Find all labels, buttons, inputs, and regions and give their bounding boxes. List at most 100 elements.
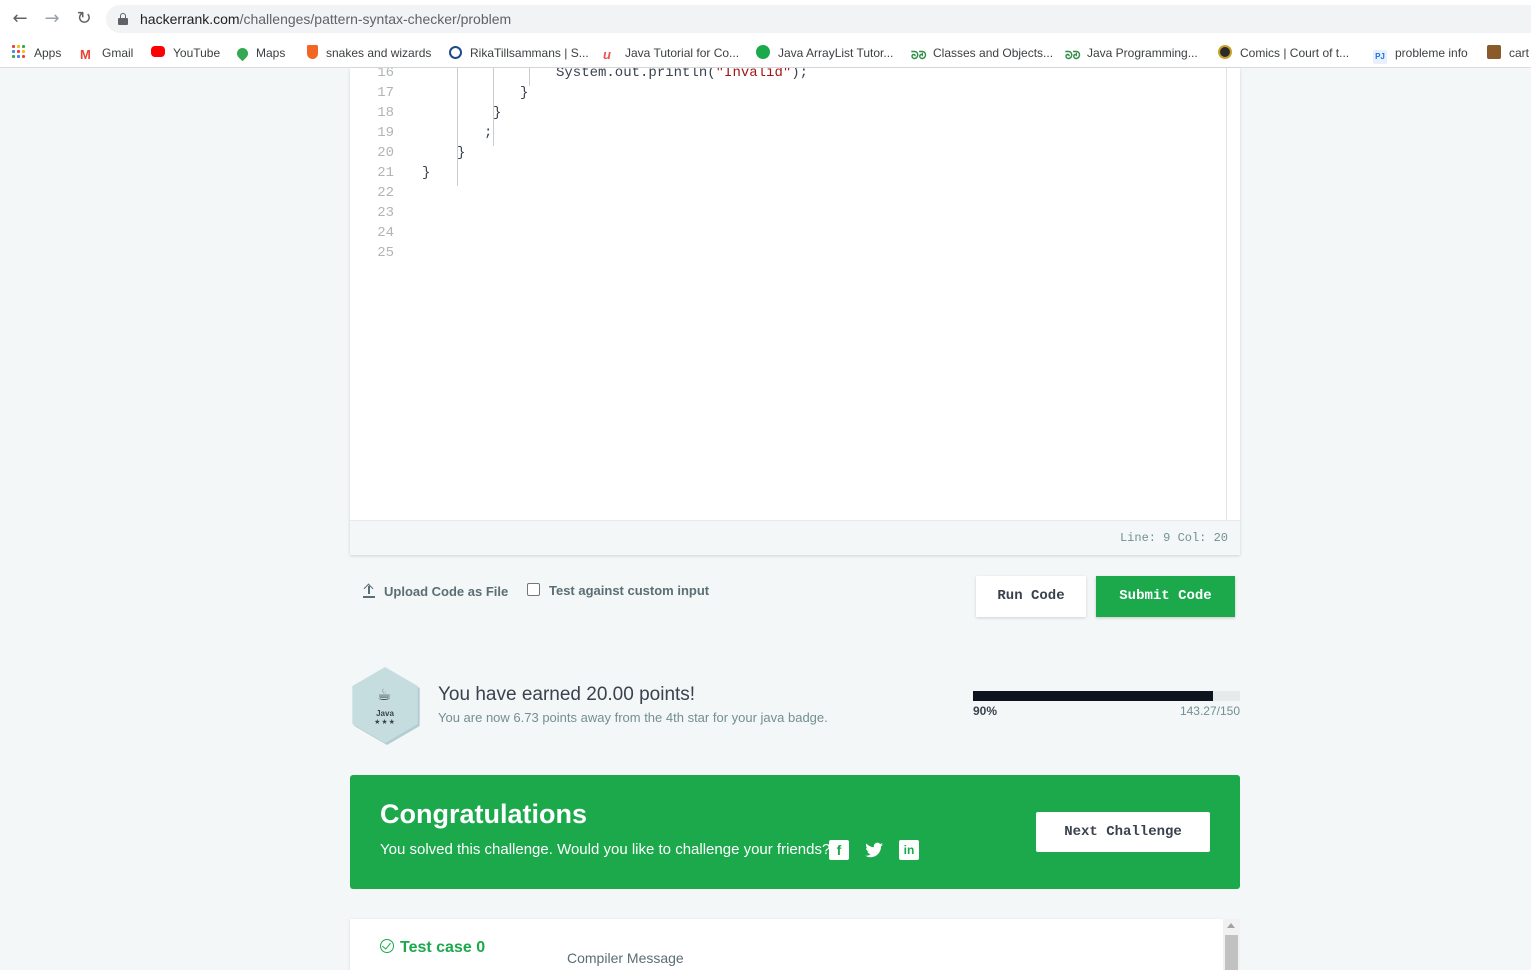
test-case-label: Test case 0 [400, 939, 486, 956]
bookmark-label: Gmail [102, 46, 134, 60]
line-number: 25 [377, 245, 394, 261]
bookmark-probleme-info[interactable]: PJ probleme info [1373, 44, 1468, 64]
bookmark-java-programming[interactable]: ᘐᘑ Java Programming... [1065, 44, 1198, 62]
bookmark-apps[interactable]: Apps [12, 44, 61, 62]
code-line[interactable]: } [422, 165, 430, 181]
bookmarks-bar: Apps M Gmail YouTube Maps snakes and wiza… [0, 38, 1531, 68]
congratulations-panel: Congratulations You solved this challeng… [350, 775, 1240, 889]
linkedin-icon[interactable]: in [899, 840, 919, 860]
scroll-up-arrow-icon[interactable] [1227, 923, 1235, 928]
upload-icon [363, 583, 375, 598]
badge-stars: ★★★ [374, 718, 396, 726]
bookmark-cart[interactable]: cart [1487, 44, 1529, 62]
code-text: ); [791, 68, 809, 81]
custom-input-toggle[interactable]: Test against custom input [527, 583, 709, 598]
points-earned-text: You have earned 20.00 points! [438, 684, 696, 705]
bookmark-label: Java Programming... [1087, 46, 1198, 60]
url-text[interactable]: hackerrank.com/challenges/pattern-syntax… [140, 11, 511, 27]
back-arrow-icon[interactable]: ← [10, 9, 30, 29]
custom-input-checkbox[interactable] [527, 583, 540, 596]
badge-progress-bar [973, 691, 1240, 701]
code-string: "Invalid" [715, 68, 792, 81]
bookmark-classes-and-objects[interactable]: ᘐᘑ Classes and Objects... [911, 44, 1053, 62]
java-badge: ☕ Java ★★★ [347, 667, 423, 745]
bookmark-label: Comics | Court of t... [1240, 46, 1350, 60]
line-number: 21 [377, 165, 394, 181]
twitter-icon[interactable] [864, 840, 884, 860]
code-area[interactable]: 16 System.out.println("Invalid"); 17 } 1… [350, 68, 1226, 520]
line-number: 20 [377, 145, 394, 161]
bookmark-rikatillsammans[interactable]: RikaTillsammans | S... [449, 44, 589, 62]
bookmark-label: Apps [34, 46, 62, 60]
pj-icon: PJ [1373, 50, 1387, 64]
test-case-panel: Test case 0 Compiler Message [350, 919, 1223, 970]
bookmark-label: probleme info [1395, 46, 1468, 60]
progress-percent: 90% [973, 704, 998, 718]
bookmark-java-arraylist[interactable]: Java ArrayList Tutor... [756, 44, 893, 62]
comic-icon [1218, 45, 1232, 59]
line-number: 24 [377, 225, 394, 241]
points-away-text: You are now 6.73 points away from the 4t… [438, 710, 828, 725]
submit-code-button[interactable]: Submit Code [1096, 576, 1235, 617]
java-cup-icon: ☕ [377, 685, 392, 704]
next-challenge-button[interactable]: Next Challenge [1036, 812, 1210, 852]
bookmark-label: snakes and wizards [326, 46, 432, 60]
bookmark-label: Java Tutorial for Co... [625, 46, 740, 60]
cart-image-icon [1487, 45, 1501, 59]
line-number: 18 [377, 105, 394, 121]
code-editor[interactable]: 16 System.out.println("Invalid"); 17 } 1… [350, 68, 1240, 555]
code-line[interactable]: } [493, 105, 501, 121]
reload-icon[interactable]: ↻ [74, 9, 94, 29]
url-host: hackerrank.com [140, 11, 240, 27]
bookmark-label: Java ArrayList Tutor... [778, 46, 894, 60]
bookmark-comics[interactable]: Comics | Court of t... [1218, 44, 1349, 62]
bookmark-snakes-and-wizards[interactable]: snakes and wizards [307, 44, 431, 62]
bookmark-label: Maps [256, 46, 286, 60]
lock-icon [118, 13, 128, 25]
test-case-scrollbar[interactable] [1223, 919, 1240, 970]
code-text: System.out.println( [556, 68, 716, 81]
upload-code-button[interactable]: Upload Code as File [363, 583, 509, 599]
line-number: 17 [377, 85, 394, 101]
bookmark-maps[interactable]: Maps [234, 44, 286, 62]
indent-guide [457, 68, 458, 186]
line-number: 19 [377, 125, 394, 141]
congratulations-title: Congratulations [380, 799, 587, 829]
loop-icon [449, 46, 462, 59]
youtube-icon [151, 46, 165, 57]
code-line[interactable]: ; [484, 125, 492, 141]
bookmark-youtube[interactable]: YouTube [151, 44, 220, 62]
congratulations-subtitle: You solved this challenge. Would you lik… [380, 841, 831, 858]
line-number: 16 [377, 68, 394, 81]
forward-arrow-icon[interactable]: → [42, 9, 62, 29]
indent-guide [529, 68, 530, 86]
apps-grid-icon [12, 45, 26, 59]
shield-icon [307, 45, 318, 59]
code-line[interactable]: } [457, 145, 465, 161]
url-path: /challenges/pattern-syntax-checker/probl… [239, 11, 512, 27]
test-case-tab[interactable]: Test case 0 [380, 939, 485, 957]
badge-hexagon [352, 667, 418, 743]
gmail-icon: M [80, 47, 91, 62]
cursor-position: Line: 9 Col: 20 [1119, 531, 1228, 545]
udemy-icon: u [603, 47, 611, 62]
gfg-icon: ᘐᘑ [911, 50, 927, 62]
code-line[interactable]: } [520, 85, 528, 101]
editor-scrollbar[interactable] [1226, 68, 1227, 520]
maps-pin-icon [234, 45, 251, 62]
bookmark-gmail[interactable]: M Gmail [80, 44, 133, 62]
address-bar[interactable]: hackerrank.com/challenges/pattern-syntax… [106, 5, 1531, 33]
bookmark-java-tutorial[interactable]: u Java Tutorial for Co... [603, 44, 739, 62]
progress-value: 143.27/150 [1179, 704, 1240, 718]
upload-label: Upload Code as File [384, 584, 509, 599]
editor-status-bar: Line: 9 Col: 20 [350, 520, 1240, 555]
bookmark-label: RikaTillsammans | S... [470, 46, 589, 60]
scroll-thumb[interactable] [1225, 935, 1238, 970]
badge-name: Java [376, 709, 394, 718]
circle-c-icon [756, 45, 770, 59]
code-line[interactable]: System.out.println("Invalid"); [556, 68, 808, 81]
facebook-icon[interactable]: f [829, 840, 849, 860]
check-circle-icon [380, 939, 394, 953]
bookmark-label: cart [1509, 46, 1530, 60]
run-code-button[interactable]: Run Code [976, 576, 1086, 617]
